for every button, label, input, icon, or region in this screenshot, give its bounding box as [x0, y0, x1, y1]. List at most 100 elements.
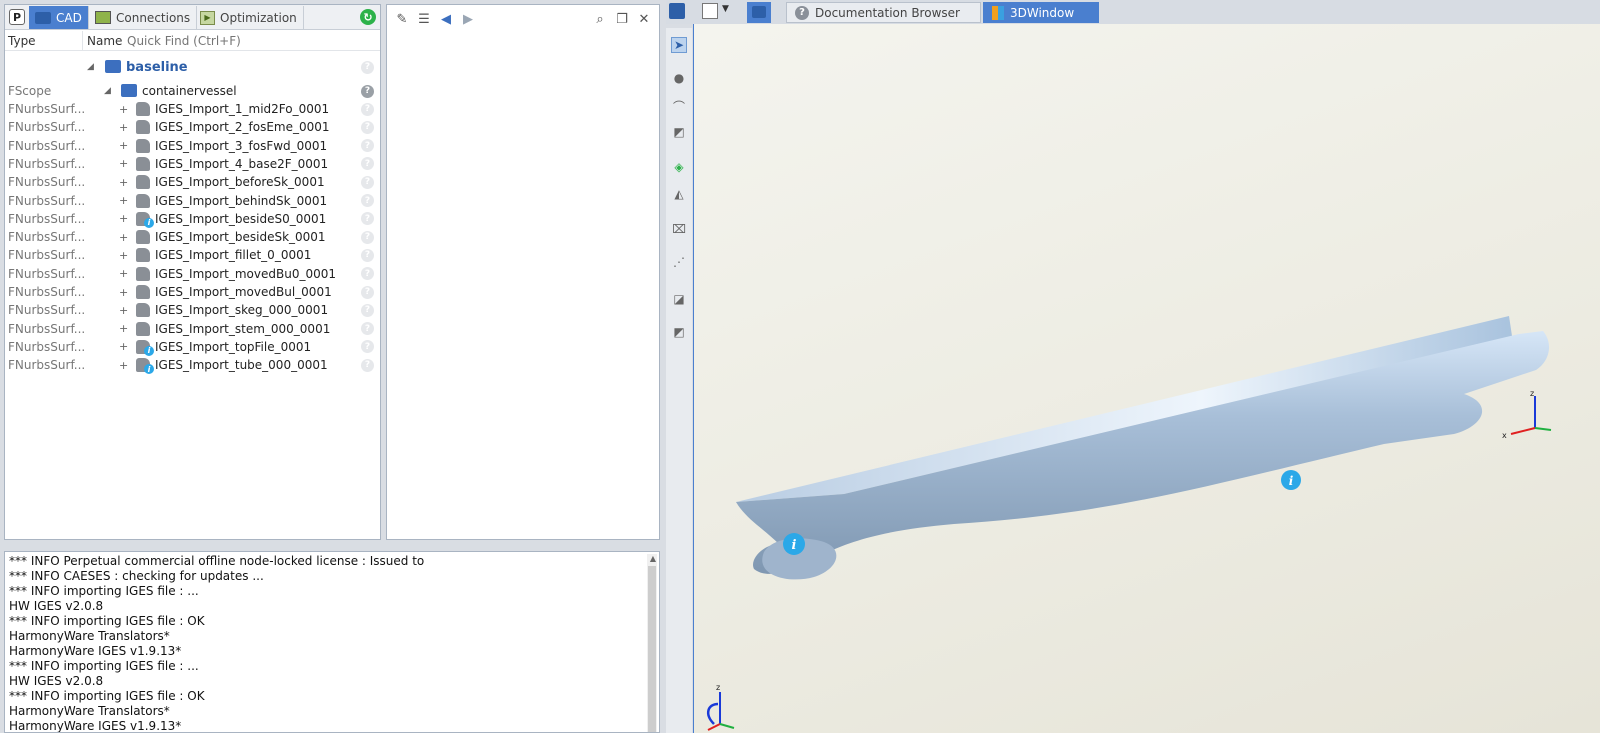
tree-item-row[interactable]: FNurbsSurf... + IGES_Import_movedBu0_0001?: [5, 265, 380, 283]
tree-item-row[interactable]: FNurbsSurf... + IGES_Import_behindSk_0001?: [5, 192, 380, 210]
tree-item-row[interactable]: FNurbsSurf... + IGES_Import_beforeSk_0001?: [5, 173, 380, 191]
surface-gray-icon[interactable]: ◩: [671, 324, 687, 340]
tree-item-row[interactable]: FNurbsSurf... + IGES_Import_skeg_000_0001?: [5, 301, 380, 319]
help-icon[interactable]: ?: [361, 139, 374, 153]
tree-scope-row[interactable]: FScope ◢ containervessel ?: [5, 82, 380, 100]
expand-icon[interactable]: +: [119, 322, 128, 335]
pin-icon[interactable]: ✎: [395, 12, 409, 27]
help-icon[interactable]: ?: [361, 267, 374, 281]
tab-optimization[interactable]: ▶ Optimization: [194, 6, 304, 29]
expand-icon[interactable]: +: [119, 139, 128, 152]
expand-icon[interactable]: +: [119, 103, 128, 116]
forward-arrow-icon[interactable]: ▶: [461, 12, 475, 27]
quick-find-input[interactable]: [127, 33, 367, 48]
refresh-icon[interactable]: ↻: [360, 9, 376, 25]
surface-icon[interactable]: ◩: [671, 124, 687, 140]
surface-icon: [136, 321, 150, 336]
collapse-icon[interactable]: ◢: [104, 86, 111, 96]
tree-item-row[interactable]: FNurbsSurf... + IGES_Import_fillet_0_0001?: [5, 246, 380, 264]
folder-tab-button[interactable]: [747, 2, 771, 23]
tree-item-row[interactable]: FNurbsSurf... + i IGES_Import_besideS0_0001…: [5, 210, 380, 228]
item-type: FNurbsSurf...: [8, 230, 84, 245]
item-type: FNurbsSurf...: [8, 339, 84, 354]
expand-icon[interactable]: +: [119, 286, 128, 299]
help-icon[interactable]: ?: [361, 60, 374, 74]
tree-item-row[interactable]: FNurbsSurf... + i IGES_Import_tube_000_0001…: [5, 356, 380, 375]
expand-icon[interactable]: +: [119, 340, 128, 353]
expand-icon[interactable]: +: [119, 157, 128, 170]
item-type: FNurbsSurf...: [8, 156, 84, 171]
tree-item-row[interactable]: FNurbsSurf... + IGES_Import_stem_000_0001?: [5, 320, 380, 338]
dotted-line-icon[interactable]: ⋰: [671, 254, 687, 270]
tree-item-row[interactable]: FNurbsSurf... + IGES_Import_besideSk_0001?: [5, 228, 380, 246]
help-icon[interactable]: ?: [361, 303, 374, 317]
help-icon[interactable]: ?: [361, 230, 374, 244]
type-column-header[interactable]: Type: [5, 31, 83, 50]
tree-item-label: IGES_Import_besideS0_0001: [155, 211, 327, 226]
surface-icon: [136, 138, 150, 153]
expand-icon[interactable]: +: [119, 249, 128, 262]
help-icon[interactable]: ?: [361, 194, 374, 207]
layout-icon[interactable]: [702, 3, 718, 19]
select-arrow-icon[interactable]: ➤: [671, 37, 687, 53]
console-output[interactable]: *** INFO Perpetual commercial offline no…: [4, 551, 660, 733]
back-arrow-icon[interactable]: ◀: [439, 12, 453, 27]
help-icon[interactable]: ?: [361, 120, 374, 134]
curve-icon[interactable]: ⌒: [671, 98, 687, 114]
expand-icon[interactable]: +: [119, 212, 128, 225]
help-icon[interactable]: ?: [361, 157, 374, 171]
play-icon: ▶: [200, 10, 215, 25]
tab-3dwindow[interactable]: 3DWindow: [983, 2, 1099, 23]
surface-green-icon[interactable]: ◈: [671, 159, 687, 175]
tree-root-row[interactable]: ◢ baseline ?: [5, 58, 380, 76]
expand-icon[interactable]: +: [119, 176, 128, 189]
name-column-header[interactable]: Name: [83, 34, 127, 48]
scroll-up-icon[interactable]: ▲: [650, 554, 656, 563]
tab-label: Connections: [116, 10, 191, 25]
tree-item-row[interactable]: FNurbsSurf... + IGES_Import_2_fosEme_0001?: [5, 118, 380, 136]
tree-item-row[interactable]: FNurbsSurf... + IGES_Import_3_fosFwd_0001?: [5, 137, 380, 155]
expand-icon[interactable]: +: [119, 304, 128, 317]
help-icon[interactable]: ?: [361, 340, 374, 354]
expand-icon[interactable]: +: [119, 194, 128, 207]
help-icon[interactable]: ?: [361, 84, 374, 98]
measure-icon[interactable]: ◪: [671, 291, 687, 307]
help-icon[interactable]: ?: [361, 102, 374, 116]
svg-text:i: i: [792, 538, 797, 553]
project-icon[interactable]: P: [9, 9, 25, 25]
tab-connections[interactable]: Connections: [89, 6, 198, 29]
copy-icon[interactable]: ❐: [615, 12, 629, 27]
item-type: FNurbsSurf...: [8, 321, 84, 336]
tab-documentation-browser[interactable]: ? Documentation Browser: [786, 2, 981, 23]
expand-icon[interactable]: +: [119, 359, 128, 372]
expand-icon[interactable]: +: [119, 231, 128, 244]
tree-item-row[interactable]: FNurbsSurf... + i IGES_Import_topFile_0001?: [5, 338, 380, 356]
help-icon[interactable]: ?: [361, 322, 374, 336]
close-icon[interactable]: ✕: [637, 12, 651, 27]
item-type: FNurbsSurf...: [8, 102, 84, 116]
help-icon[interactable]: ?: [361, 212, 374, 226]
expand-icon[interactable]: +: [119, 121, 128, 134]
3d-viewport[interactable]: i i z x z: [693, 24, 1600, 733]
tree-item-row[interactable]: FNurbsSurf... + IGES_Import_4_base2F_0001?: [5, 155, 380, 173]
folder-icon[interactable]: [669, 3, 685, 19]
help-icon[interactable]: ?: [361, 285, 374, 299]
search-icon[interactable]: ⌕: [593, 12, 607, 27]
help-icon[interactable]: ?: [361, 175, 374, 189]
expand-icon[interactable]: +: [119, 267, 128, 280]
tab-cad[interactable]: CAD: [29, 6, 89, 29]
tree-item-row[interactable]: FNurbsSurf... + IGES_Import_movedBul_0001?: [5, 283, 380, 301]
chevron-down-icon[interactable]: ▼: [722, 4, 729, 14]
plane-icon[interactable]: ◭: [671, 186, 687, 202]
help-icon[interactable]: ?: [361, 248, 374, 262]
feature-icon[interactable]: ⌧: [671, 221, 687, 237]
tree-item-row[interactable]: FNurbsSurf... + IGES_Import_1_mid2Fo_0001?: [5, 100, 380, 118]
point-icon[interactable]: ●: [671, 70, 687, 86]
surface-icon: [136, 248, 150, 263]
list-icon[interactable]: ☰: [417, 12, 431, 27]
console-scrollbar-thumb[interactable]: [648, 566, 656, 732]
help-icon[interactable]: ?: [361, 358, 374, 372]
console-line: *** INFO CAESES : checking for updates .…: [9, 569, 264, 583]
collapse-icon[interactable]: ◢: [87, 62, 94, 72]
folder-icon: [121, 84, 137, 97]
